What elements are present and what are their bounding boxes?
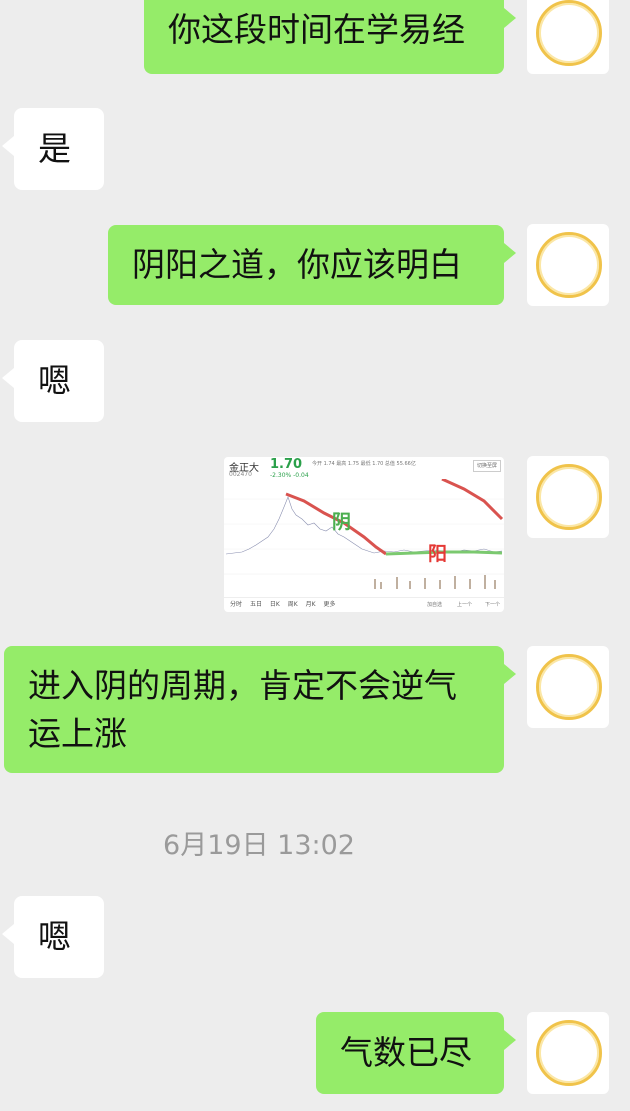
tab-rik: 日K <box>269 601 280 608</box>
stock-change: -2.30% -0.04 <box>270 472 309 479</box>
message-bubble-received[interactable]: 是 <box>2 108 104 190</box>
kline-chart <box>224 479 504 589</box>
avatar[interactable] <box>527 224 609 306</box>
message-bubble-sent[interactable]: 气数已尽 <box>316 1012 516 1094</box>
yin-label: 阴 <box>332 511 352 533</box>
add-watch: 加自选 <box>426 602 442 608</box>
message-text: 进入阴的周期，肯定不会逆气运上涨 <box>28 666 457 753</box>
message-text: 气数已尽 <box>340 1033 472 1072</box>
message-text: 嗯 <box>38 917 71 956</box>
message-text: 是 <box>38 129 71 168</box>
message-bubble-sent[interactable]: 阴阳之道，你应该明白 <box>108 225 516 305</box>
chart-period-tabs: 分时 五日 日K 周K 月K 更多 加自选 上一个 下一个 <box>224 597 504 612</box>
chat-timestamp: 6月19日 13:02 <box>163 830 355 861</box>
avatar[interactable] <box>527 646 609 728</box>
stock-code: 002470 <box>229 471 252 478</box>
tab-more: 更多 <box>323 601 336 608</box>
yang-label: 阳 <box>428 543 448 565</box>
avatar[interactable] <box>527 456 609 538</box>
stock-price: 1.70 <box>270 457 303 472</box>
prev-stock: 上一个 <box>456 602 472 608</box>
switch-button: 切换至屏 <box>473 460 501 472</box>
tab-fenshi: 分时 <box>230 601 243 608</box>
message-bubble-received[interactable]: 嗯 <box>2 340 104 422</box>
next-stock: 下一个 <box>484 602 500 608</box>
message-text: 阴阳之道，你应该明白 <box>132 245 462 284</box>
stock-chart-image[interactable]: 金正大 002470 1.70 -2.30% -0.04 今开 1.74 最高 … <box>224 457 504 612</box>
tab-yuek: 月K <box>305 601 316 608</box>
message-text: 嗯 <box>38 361 71 400</box>
avatar[interactable] <box>527 0 609 74</box>
tab-wuri: 五日 <box>249 601 262 608</box>
tab-zhouk: 周K <box>287 601 298 608</box>
message-bubble-sent[interactable]: 进入阴的周期，肯定不会逆气运上涨 <box>4 646 516 773</box>
message-text: 你这段时间在学易经 <box>168 10 465 49</box>
stock-stats: 今开 1.74 最高 1.75 最低 1.70 总值 55.66亿 <box>312 461 416 467</box>
message-bubble-received[interactable]: 嗯 <box>2 896 104 978</box>
avatar[interactable] <box>527 1012 609 1094</box>
message-bubble-sent[interactable]: 你这段时间在学易经 <box>144 0 516 74</box>
